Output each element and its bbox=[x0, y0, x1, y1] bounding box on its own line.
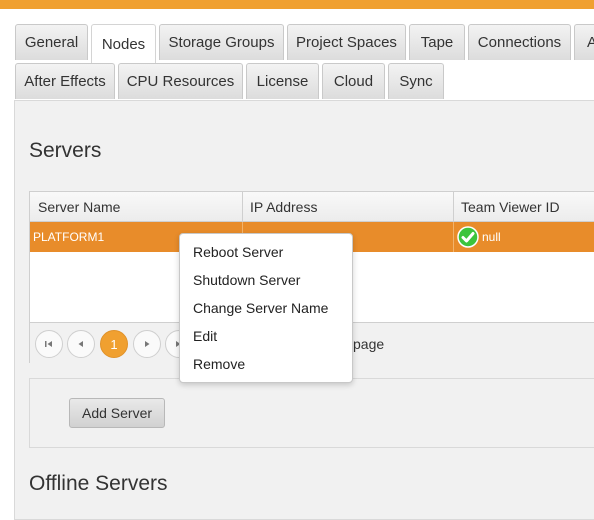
tab-tape[interactable]: Tape bbox=[409, 24, 465, 60]
grid-header: Server Name IP Address Team Viewer ID bbox=[30, 192, 594, 222]
next-page-icon bbox=[145, 341, 150, 347]
page-size-label: page bbox=[353, 335, 385, 352]
tab-license[interactable]: License bbox=[246, 63, 319, 99]
add-server-button[interactable]: Add Server bbox=[69, 398, 166, 428]
prev-page-icon bbox=[78, 341, 83, 347]
tab-general[interactable]: General bbox=[15, 24, 88, 60]
tab-bar-row-2: After Effects CPU Resources License Clou… bbox=[0, 63, 594, 101]
tab-cpu-resources[interactable]: CPU Resources bbox=[118, 63, 243, 99]
tab-overflow[interactable]: A bbox=[574, 24, 594, 60]
tab-bar-row-1: General Nodes Storage Groups Project Spa… bbox=[0, 24, 594, 63]
cell-divider bbox=[453, 222, 454, 252]
menu-item-change-server-name[interactable]: Change Server Name bbox=[180, 294, 352, 322]
menu-item-reboot-server[interactable]: Reboot Server bbox=[180, 238, 352, 266]
column-header-ip-address[interactable]: IP Address bbox=[242, 192, 453, 222]
offline-servers-title: Offline Servers bbox=[29, 472, 168, 495]
tab-after-effects[interactable]: After Effects bbox=[15, 63, 115, 99]
server-context-menu: Reboot Server Shutdown Server Change Ser… bbox=[179, 233, 353, 383]
servers-title: Servers bbox=[29, 139, 102, 162]
first-page-icon bbox=[45, 341, 52, 347]
first-page-button[interactable] bbox=[35, 330, 63, 358]
menu-item-remove[interactable]: Remove bbox=[180, 350, 352, 378]
cell-team-viewer-id: null bbox=[482, 230, 501, 244]
tab-connections[interactable]: Connections bbox=[468, 24, 571, 60]
tab-sync[interactable]: Sync bbox=[388, 63, 444, 99]
menu-item-edit[interactable]: Edit bbox=[180, 322, 352, 350]
prev-page-button[interactable] bbox=[67, 330, 95, 358]
tab-project-spaces[interactable]: Project Spaces bbox=[287, 24, 406, 60]
add-server-panel: Add Server bbox=[29, 378, 594, 448]
current-page-button[interactable]: 1 bbox=[100, 330, 128, 358]
tab-storage-groups[interactable]: Storage Groups bbox=[159, 24, 284, 60]
top-accent-bar bbox=[0, 0, 594, 9]
tab-cloud[interactable]: Cloud bbox=[322, 63, 385, 99]
column-header-team-viewer-id[interactable]: Team Viewer ID bbox=[453, 192, 594, 222]
menu-item-shutdown-server[interactable]: Shutdown Server bbox=[180, 266, 352, 294]
column-header-server-name[interactable]: Server Name bbox=[30, 192, 242, 222]
check-icon bbox=[457, 226, 479, 248]
tab-nodes[interactable]: Nodes bbox=[91, 24, 156, 63]
next-page-button[interactable] bbox=[133, 330, 161, 358]
